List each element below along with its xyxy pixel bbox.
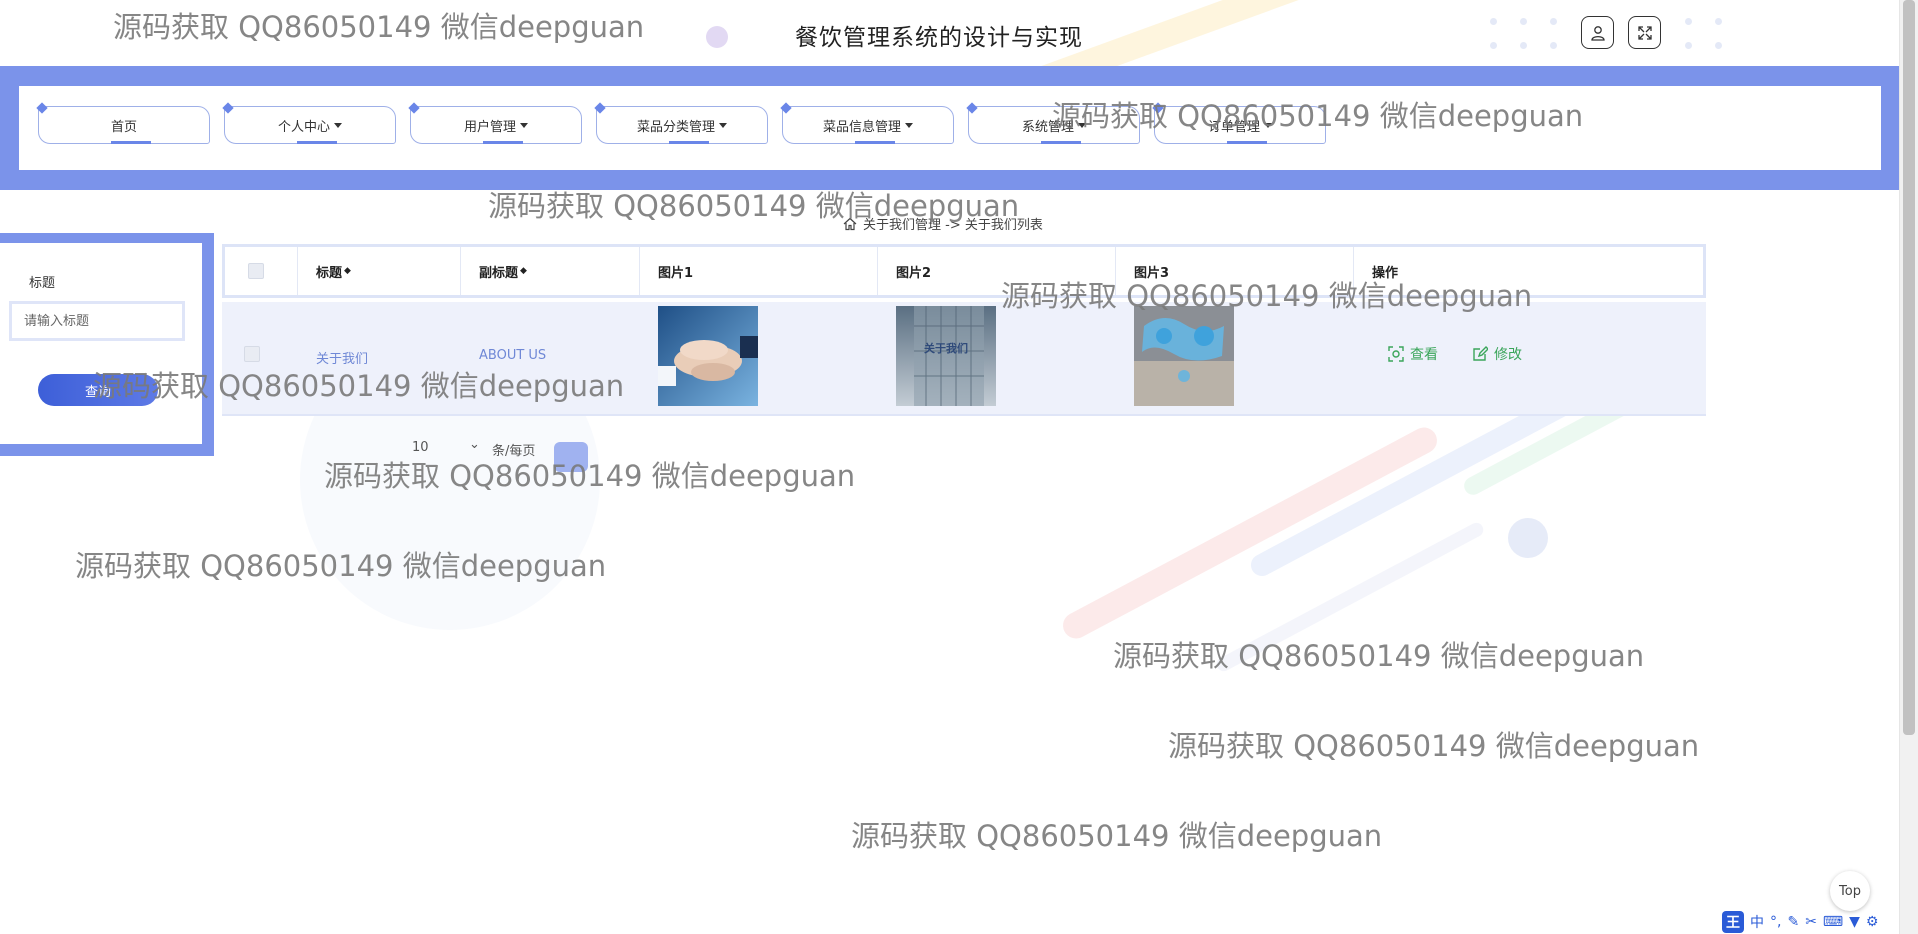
image1-thumbnail[interactable] <box>658 306 758 406</box>
watermark: 源码获取 QQ86050149 微信deepguan <box>1052 99 1584 133</box>
column-header-title[interactable]: 标题 ◆ <box>297 247 460 295</box>
nav-item-dish-info[interactable]: 菜品信息管理 <box>780 102 954 144</box>
view-button[interactable]: 查看 <box>1388 344 1438 364</box>
image2-thumbnail[interactable]: 关于我们 <box>896 306 996 406</box>
watermark: 源码获取 QQ86050149 微信deepguan <box>113 10 645 44</box>
caret-down-icon <box>905 122 913 128</box>
page-title: 餐饮管理系统的设计与实现 <box>795 25 1083 51</box>
watermark: 源码获取 QQ86050149 微信deepguan <box>488 189 1020 223</box>
view-icon <box>1388 346 1404 362</box>
row-subtitle: ABOUT US <box>479 348 547 363</box>
caret-down-icon <box>520 122 528 128</box>
nav-item-label: 用户管理 <box>463 119 516 135</box>
ime-toolbar: 王 中 °, ✎ ✂ ⌨ ▼ ⚙ <box>1722 911 1878 933</box>
user-icon <box>1590 25 1605 41</box>
handshake-image <box>658 306 758 406</box>
select-all-checkbox[interactable] <box>248 263 264 279</box>
scroll-top-button[interactable]: Top <box>1830 871 1870 911</box>
search-label: 标题 <box>29 276 56 291</box>
nav-item-personal-center[interactable]: 个人中心 <box>222 102 396 144</box>
caret-down-icon <box>334 122 342 128</box>
watermark: 源码获取 QQ86050149 微信deepguan <box>1113 639 1645 673</box>
watermark: 源码获取 QQ86050149 微信deepguan <box>851 819 1383 853</box>
ime-mode[interactable]: 中 <box>1750 912 1764 932</box>
settings-icon[interactable]: ⚙ <box>1866 914 1879 930</box>
shirt-icon[interactable]: ▼ <box>1849 914 1860 930</box>
user-profile-button[interactable] <box>1581 16 1614 49</box>
scissors-icon[interactable]: ✂ <box>1805 914 1817 930</box>
row-checkbox[interactable] <box>244 346 260 362</box>
nav-item-home[interactable]: 首页 <box>36 102 210 144</box>
chevron-down-icon: ⌄ <box>469 437 480 452</box>
ime-logo[interactable]: 王 <box>1722 911 1744 933</box>
title-search-input[interactable] <box>9 301 185 341</box>
watermark: 源码获取 QQ86050149 微信deepguan <box>75 549 607 583</box>
caret-down-icon <box>719 122 727 128</box>
nav-item-dish-category[interactable]: 菜品分类管理 <box>594 102 768 144</box>
nav-item-label: 首页 <box>110 119 137 135</box>
column-header-subtitle[interactable]: 副标题 ◆ <box>460 247 639 295</box>
sort-icon: ◆ <box>520 266 527 276</box>
edit-icon <box>1473 346 1488 361</box>
edit-button[interactable]: 修改 <box>1472 344 1522 364</box>
nav-item-label: 菜品分类管理 <box>636 119 715 135</box>
pen-icon[interactable]: ✎ <box>1787 914 1799 930</box>
punctuation-icon[interactable]: °, <box>1770 914 1781 930</box>
watermark: 源码获取 QQ86050149 微信deepguan <box>1168 729 1700 763</box>
column-header-image1: 图片1 <box>639 247 877 295</box>
scrollbar-thumb[interactable] <box>1903 0 1915 735</box>
world-map-image <box>1134 306 1234 406</box>
nav-item-label: 菜品信息管理 <box>822 119 901 135</box>
fullscreen-icon <box>1637 25 1652 40</box>
watermark: 源码获取 QQ86050149 微信deepguan <box>1001 279 1533 313</box>
keyboard-icon[interactable]: ⌨ <box>1823 914 1843 930</box>
nav-item-label: 个人中心 <box>277 119 330 135</box>
building-image <box>896 306 996 406</box>
image2-caption: 关于我们 <box>924 342 968 355</box>
nav-item-user-management[interactable]: 用户管理 <box>408 102 582 144</box>
select-all-cell <box>225 247 297 295</box>
image3-thumbnail[interactable] <box>1134 306 1234 406</box>
watermark: 源码获取 QQ86050149 微信deepguan <box>93 369 625 403</box>
watermark: 源码获取 QQ86050149 微信deepguan <box>324 459 856 493</box>
fullscreen-button[interactable] <box>1628 16 1661 49</box>
page-scrollbar[interactable] <box>1899 0 1918 934</box>
sort-icon: ◆ <box>344 266 351 276</box>
